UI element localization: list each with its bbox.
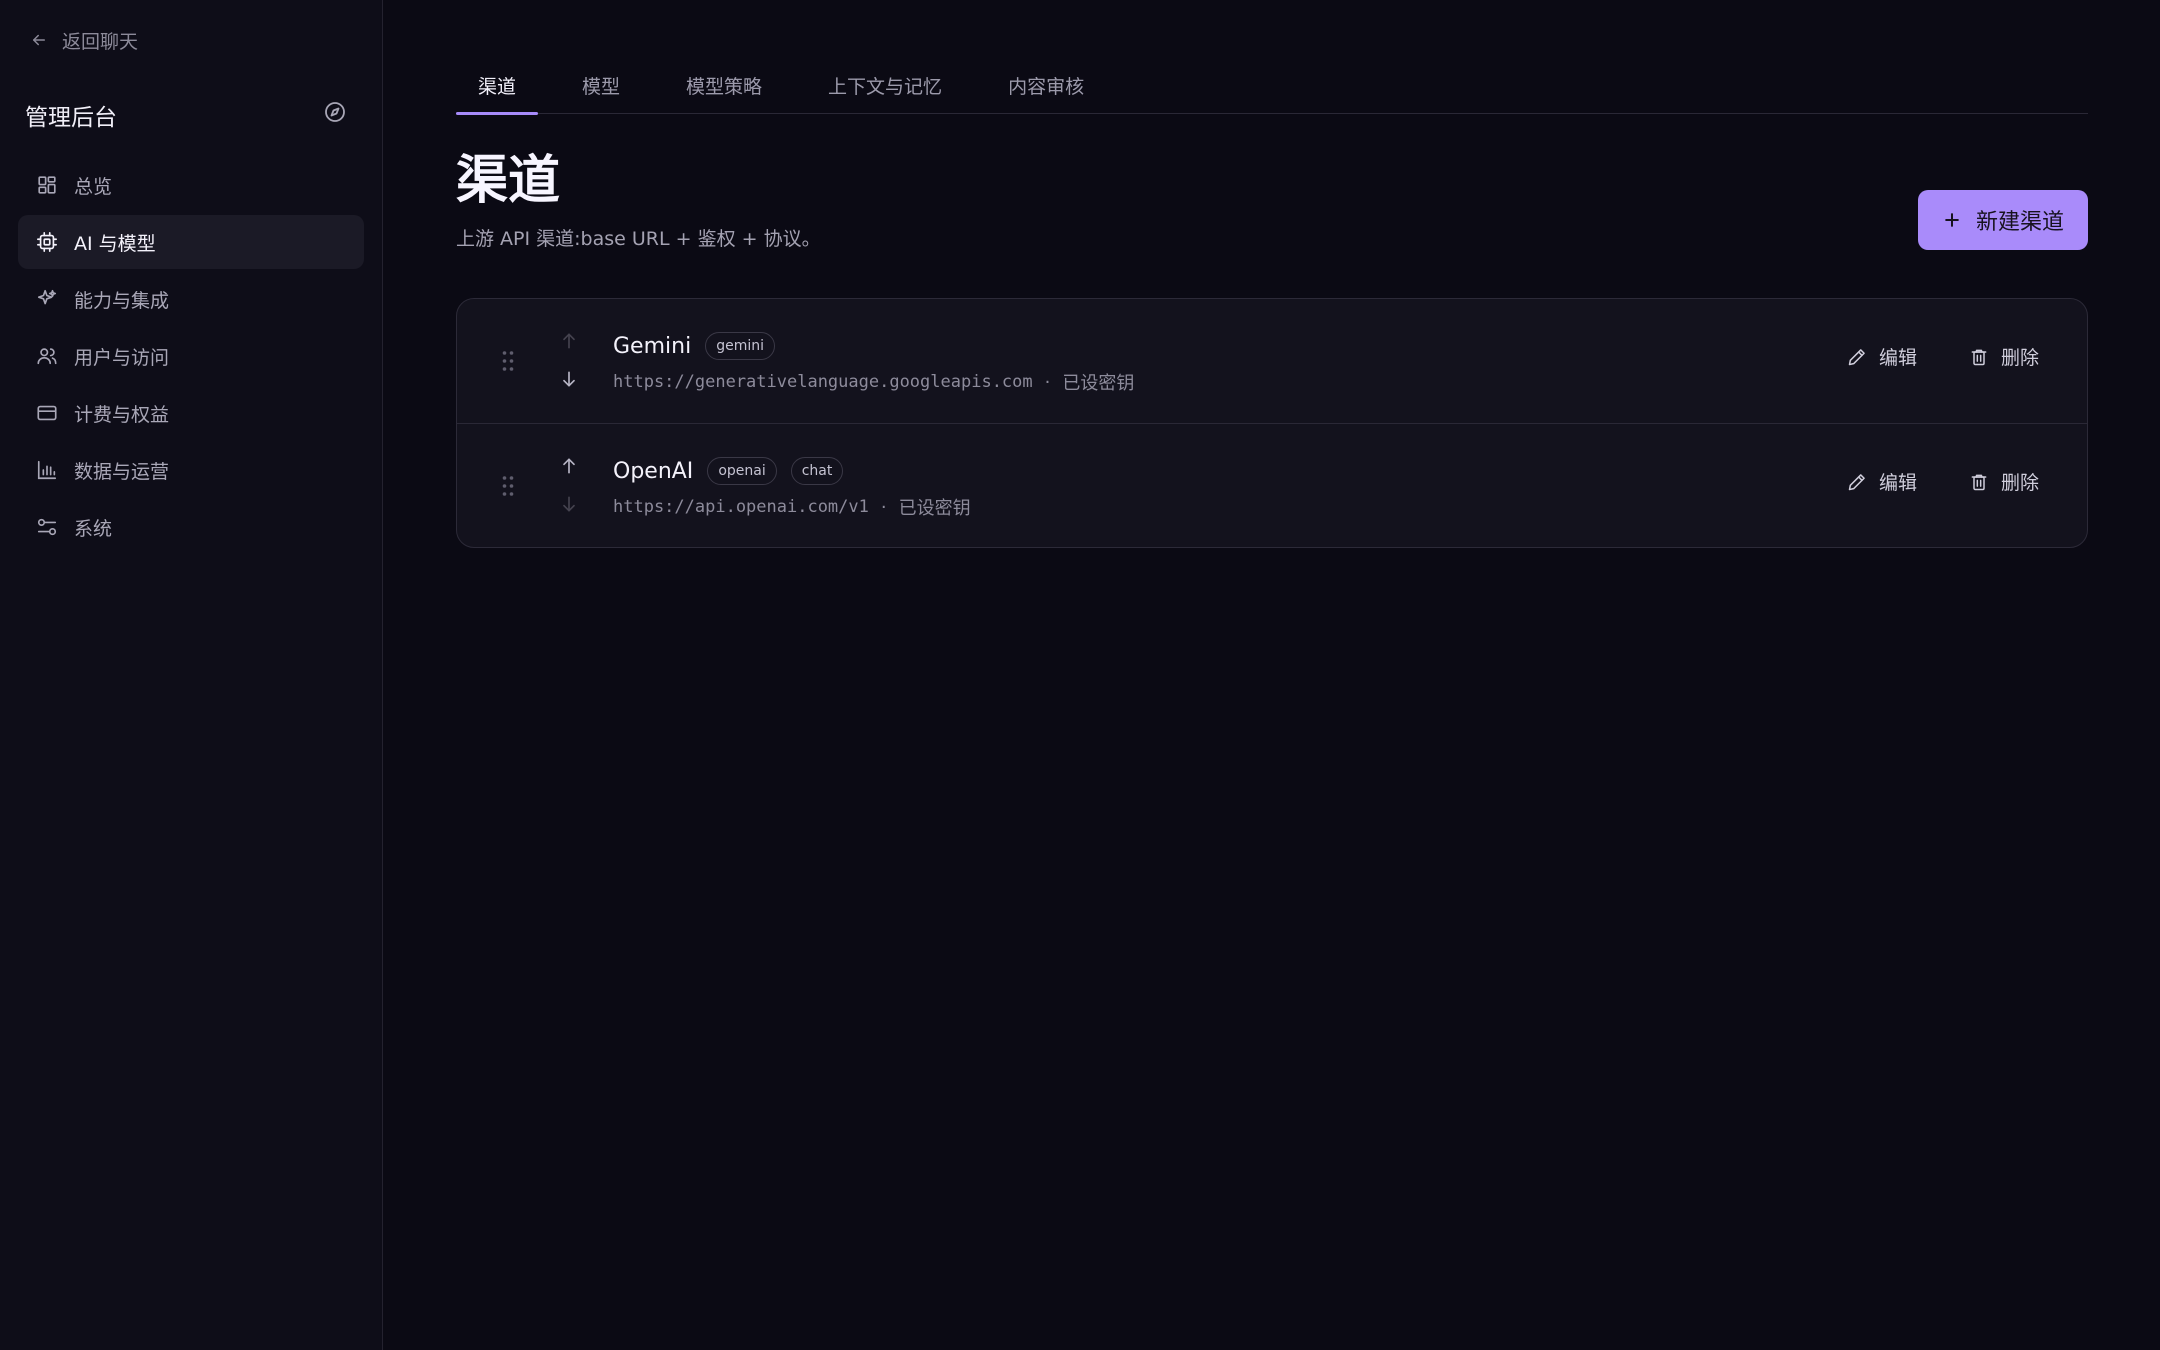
- delete-label: 删除: [2000, 472, 2039, 494]
- plus-icon: [1945, 213, 1959, 227]
- move-down-icon[interactable]: [559, 369, 579, 389]
- back-label: 返回聊天: [62, 30, 139, 53]
- pencil-icon: [1848, 473, 1865, 490]
- sliders-icon: [37, 518, 57, 536]
- move-down-icon[interactable]: [559, 494, 579, 514]
- edit-label: 编辑: [1878, 472, 1917, 494]
- row-actions: 编辑 删除: [1847, 343, 2039, 370]
- key-status: 已设密钥: [898, 498, 971, 519]
- sidebar-item-label: 系统: [74, 517, 113, 540]
- sidebar-item-overview[interactable]: 总览: [18, 158, 364, 212]
- meta-separator: ·: [880, 496, 887, 518]
- channel-name: Gemini: [613, 333, 692, 359]
- delete-button[interactable]: 删除: [1969, 468, 2039, 495]
- sidebar-item-label: 能力与集成: [74, 289, 170, 312]
- key-status: 已设密钥: [1062, 373, 1135, 394]
- tab-models[interactable]: 模型: [560, 62, 642, 114]
- move-up-icon[interactable]: [559, 456, 579, 476]
- new-channel-label: 新建渠道: [1975, 210, 2064, 235]
- page-title: 渠道: [456, 150, 561, 211]
- users-icon: [37, 348, 57, 365]
- channel-tag: gemini: [705, 332, 775, 360]
- tab-context-memory[interactable]: 上下文与记忆: [806, 62, 964, 114]
- credit-card-icon: [37, 405, 57, 421]
- edit-button[interactable]: 编辑: [1847, 343, 1917, 370]
- trash-icon: [1971, 474, 1987, 490]
- delete-button[interactable]: 删除: [1969, 343, 2039, 370]
- drag-handle-icon[interactable]: [501, 349, 515, 373]
- pencil-icon: [1848, 348, 1865, 365]
- sidebar-item-system[interactable]: 系统: [18, 500, 364, 554]
- sidebar-item-label: 用户与访问: [74, 346, 170, 369]
- sidebar-item-label: 数据与运营: [74, 460, 170, 483]
- new-channel-button[interactable]: 新建渠道: [1918, 190, 2088, 250]
- drag-handle-icon[interactable]: [501, 474, 515, 498]
- sidebar-item-label: 总览: [74, 175, 113, 198]
- sidebar-item-ai-models[interactable]: AI 与模型: [18, 215, 364, 269]
- edit-label: 编辑: [1878, 347, 1917, 369]
- sparkles-icon: [37, 289, 57, 305]
- sidebar-item-label: 计费与权益: [74, 403, 170, 426]
- sidebar-item-label: AI 与模型: [74, 232, 156, 255]
- channel-url: https://generativelanguage.googleapis.co…: [613, 372, 1033, 392]
- channel-header: Gemini gemini: [613, 332, 775, 360]
- meta-separator: ·: [1044, 371, 1051, 393]
- sidebar-nav: 总览 AI 与模型 能力与集成 用户与访问 计费与权益 数据与运营 系统: [18, 158, 364, 557]
- admin-app: 返回聊天 管理后台 总览 AI 与模型 能力与集成 用户与访问 计费与权益 数据…: [0, 0, 2160, 1350]
- sidebar-item-users[interactable]: 用户与访问: [18, 329, 364, 383]
- channel-meta: https://api.openai.com/v1 · 已设密钥: [613, 494, 971, 520]
- sidebar-item-capabilities[interactable]: 能力与集成: [18, 272, 364, 326]
- channel-url: https://api.openai.com/v1: [613, 497, 869, 517]
- tab-model-strategy[interactable]: 模型策略: [664, 62, 784, 114]
- chip-icon: [37, 232, 57, 252]
- channel-tag: chat: [790, 457, 844, 485]
- channel-tag: openai: [707, 457, 777, 485]
- arrow-left-icon: [33, 34, 45, 46]
- page-subtitle: 上游 API 渠道:base URL + 鉴权 + 协议。: [456, 228, 821, 250]
- row-actions: 编辑 删除: [1847, 468, 2039, 495]
- move-up-icon[interactable]: [559, 331, 579, 351]
- tab-moderation[interactable]: 内容审核: [986, 62, 1106, 114]
- compass-icon: [325, 102, 345, 122]
- sidebar-item-data-ops[interactable]: 数据与运营: [18, 443, 364, 497]
- channel-meta: https://generativelanguage.googleapis.co…: [613, 369, 1134, 395]
- bar-chart-icon: [37, 460, 57, 480]
- tab-channels[interactable]: 渠道: [456, 62, 539, 115]
- trash-icon: [1971, 349, 1987, 365]
- channel-row: OpenAI openai chat https://api.openai.co…: [457, 423, 2087, 547]
- channel-name: OpenAI: [613, 458, 694, 484]
- delete-label: 删除: [2000, 347, 2039, 369]
- channel-header: OpenAI openai chat: [613, 457, 844, 485]
- channel-row: Gemini gemini https://generativelanguage…: [457, 299, 2087, 423]
- compass-button[interactable]: [321, 98, 349, 126]
- back-to-chat-link[interactable]: 返回聊天: [30, 26, 138, 54]
- dashboard-icon: [38, 176, 56, 194]
- edit-button[interactable]: 编辑: [1847, 468, 1917, 495]
- sidebar-title: 管理后台: [25, 105, 117, 131]
- channel-list: Gemini gemini https://generativelanguage…: [456, 298, 2088, 548]
- sidebar-item-billing[interactable]: 计费与权益: [18, 386, 364, 440]
- sidebar: 返回聊天 管理后台 总览 AI 与模型 能力与集成 用户与访问 计费与权益 数据…: [0, 0, 383, 1350]
- tab-bar: 渠道 模型 模型策略 上下文与记忆 内容审核: [456, 62, 2088, 115]
